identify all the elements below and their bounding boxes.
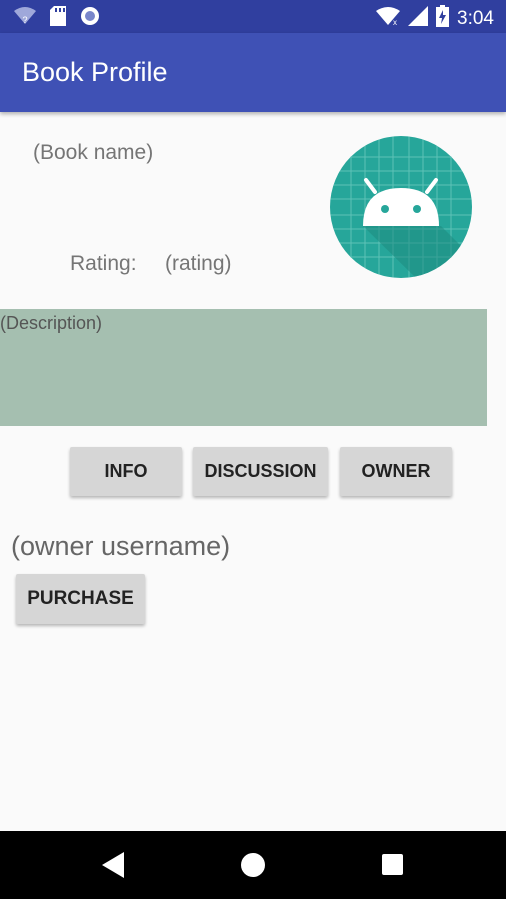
rating-label: Rating: (70, 252, 137, 275)
description-text: (Description) (0, 313, 103, 333)
wifi-unknown-icon: ? (14, 7, 36, 30)
page-title: Book Profile (22, 57, 168, 87)
status-bar: ? x 3:04 (0, 0, 506, 33)
home-icon[interactable] (241, 853, 265, 877)
info-button[interactable]: INFO (70, 447, 182, 496)
recents-icon[interactable] (382, 854, 403, 875)
status-time: 3:04 (457, 7, 494, 29)
book-name: (Book name) (33, 141, 154, 164)
description-panel: (Description) (0, 309, 487, 426)
android-app-icon (330, 136, 472, 278)
rating-value: (rating) (165, 252, 232, 275)
wifi-icon: x (376, 6, 401, 31)
svg-text:x: x (393, 18, 397, 26)
navigation-bar (0, 831, 506, 899)
back-icon[interactable] (102, 852, 124, 883)
battery-charging-icon (436, 5, 450, 32)
record-icon (80, 6, 100, 31)
svg-text:?: ? (22, 15, 27, 25)
discussion-button[interactable]: DISCUSSION (193, 447, 328, 496)
owner-button[interactable]: OWNER (340, 447, 452, 496)
signal-icon (408, 6, 429, 31)
purchase-button[interactable]: PURCHASE (16, 574, 145, 624)
owner-username: (owner username) (11, 531, 231, 561)
sd-card-icon (50, 6, 66, 31)
app-bar: Book Profile (0, 33, 506, 112)
